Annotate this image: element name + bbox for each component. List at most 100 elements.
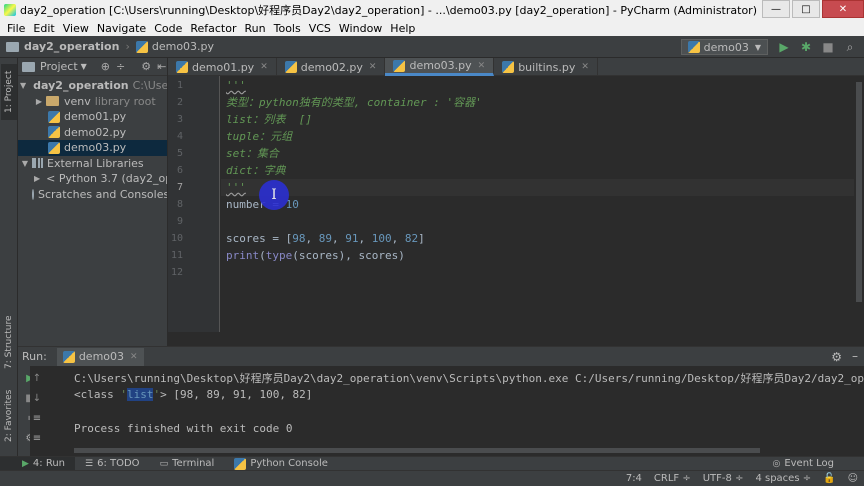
tab-demo03[interactable]: demo03.py ✕ — [385, 58, 495, 76]
code-token: (scores), scores) — [292, 249, 405, 262]
tree-item-python-sdk[interactable]: ▶ < Python 3.7 (day2_ope — [18, 171, 167, 187]
minimize-panel-icon[interactable]: – — [852, 349, 858, 363]
menu-refactor[interactable]: Refactor — [186, 22, 240, 35]
hide-icon[interactable]: ⇤ — [157, 60, 166, 73]
line-number: 5 — [176, 148, 183, 159]
tree-item-root[interactable]: ▼ day2_operation C:\Users\run — [18, 78, 167, 94]
window-controls: — □ ✕ — [760, 0, 864, 20]
navigation-bar: day2_operation › demo03.py demo03 ▼ ▶ ✱ … — [0, 36, 864, 58]
menu-vcs[interactable]: VCS — [305, 22, 335, 35]
debug-icon[interactable]: ✱ — [798, 39, 814, 55]
status-line-separator[interactable]: CRLF ÷ — [654, 473, 691, 484]
minimize-button[interactable]: — — [762, 0, 790, 18]
tab-demo02[interactable]: demo02.py ✕ — [277, 58, 386, 76]
lock-icon[interactable]: 🔓 — [823, 473, 835, 484]
close-button[interactable]: ✕ — [822, 0, 864, 18]
python-file-icon — [502, 61, 515, 73]
console-exit-line: Process finished with exit code 0 — [74, 422, 293, 435]
menu-tools[interactable]: Tools — [270, 22, 305, 35]
soft-wrap-icon[interactable]: ≡ — [29, 410, 45, 426]
code-line: set：集合 — [226, 147, 279, 160]
scrollbar-thumb[interactable] — [856, 82, 862, 302]
code-builtin: type — [265, 249, 293, 262]
scroll-end-icon[interactable]: ≡ — [29, 430, 45, 446]
tree-root-label: day2_operation — [33, 79, 129, 93]
breadcrumb-file[interactable]: demo03.py — [152, 40, 214, 53]
menu-edit[interactable]: Edit — [29, 22, 58, 35]
tree-item-venv[interactable]: ▶ venv library root — [18, 94, 167, 110]
line-number: 2 — [176, 97, 183, 108]
chevron-right-icon: ▶ — [34, 174, 41, 184]
gear-icon[interactable]: ⚙ — [831, 350, 842, 364]
menu-run[interactable]: Run — [241, 22, 270, 35]
title-bar: day2_operation [C:\Users\running\Desktop… — [0, 0, 864, 20]
project-view-select[interactable]: Project ▼ — [22, 60, 87, 73]
menu-help[interactable]: Help — [386, 22, 419, 35]
menu-file[interactable]: File — [3, 22, 29, 35]
gear-icon[interactable]: ⚙ — [141, 60, 151, 73]
tab-builtins[interactable]: builtins.py ✕ — [494, 58, 598, 76]
line-number-current: 7 — [176, 182, 183, 193]
menu-window[interactable]: Window — [335, 22, 386, 35]
menu-navigate[interactable]: Navigate — [93, 22, 150, 35]
inspection-icon[interactable]: ☺ — [848, 473, 858, 484]
menu-view[interactable]: View — [59, 22, 93, 35]
run-console[interactable]: C:\Users\running\Desktop\好程序员Day2\day2_o… — [44, 366, 864, 452]
tree-file-label: demo03.py — [64, 141, 127, 155]
status-indent[interactable]: 4 spaces ÷ — [755, 473, 811, 484]
close-icon[interactable]: ✕ — [260, 62, 268, 72]
run-toolbar: demo03 ▼ ▶ ✱ ■ ⌕ — [680, 36, 864, 58]
collapse-icon[interactable]: ÷ — [116, 60, 125, 73]
tool-tab-favorites[interactable]: 2: Favorites — [1, 388, 17, 444]
close-icon[interactable]: ✕ — [369, 62, 377, 72]
tool-tab-run[interactable]: ▶ 4: Run — [0, 456, 76, 471]
console-command-line: C:\Users\running\Desktop\好程序员Day2\day2_o… — [74, 372, 864, 385]
line-number: 11 — [170, 250, 183, 261]
chevron-down-icon: ▼ — [80, 62, 87, 71]
run-icon[interactable]: ▶ — [776, 39, 792, 55]
tree-root-path: C:\Users\run — [132, 79, 167, 93]
code-editor[interactable]: ''' 类型：python独有的类型, container : '容器' lis… — [221, 76, 854, 332]
menu-bar: File Edit View Navigate Code Refactor Ru… — [0, 20, 864, 36]
tool-tab-terminal[interactable]: ▭ Terminal — [150, 457, 225, 471]
tree-item-external-libraries[interactable]: ▼ External Libraries — [18, 156, 167, 172]
status-caret-position[interactable]: 7:4 — [626, 473, 642, 484]
close-icon[interactable]: ✕ — [581, 62, 589, 72]
tool-tab-python-console-label: Python Console — [250, 458, 328, 469]
bottom-tool-tabs: ▶ 4: Run ☰ 6: TODO ▭ Terminal Python Con… — [0, 456, 864, 471]
chevron-down-icon: ▼ — [754, 42, 761, 52]
tree-item-file-selected[interactable]: demo03.py — [18, 140, 167, 156]
tool-tab-event-log[interactable]: ◎ Event Log — [762, 457, 844, 471]
tree-file-label: demo01.py — [64, 110, 127, 124]
menu-code[interactable]: Code — [150, 22, 186, 35]
down-arrow-icon[interactable]: ↓ — [29, 390, 45, 406]
run-tab-demo03[interactable]: demo03 ✕ — [56, 347, 144, 366]
tool-tab-todo[interactable]: ☰ 6: TODO — [75, 457, 150, 471]
run-panel-header: Run: demo03 ✕ ⚙ – — [18, 346, 864, 366]
folder-icon — [46, 96, 59, 107]
tree-venv-note: library root — [94, 94, 156, 108]
close-icon[interactable]: ✕ — [478, 61, 486, 71]
search-icon[interactable]: ⌕ — [842, 39, 858, 55]
tree-item-scratches[interactable]: Scratches and Consoles — [18, 187, 167, 203]
status-bar: 7:4 CRLF ÷ UTF-8 ÷ 4 spaces ÷ 🔓 ☺ — [0, 470, 864, 486]
console-horizontal-scrollbar[interactable] — [74, 448, 760, 453]
tree-item-file[interactable]: demo01.py — [18, 109, 167, 125]
tool-tab-structure[interactable]: 7: Structure — [1, 314, 17, 370]
tab-demo01[interactable]: demo01.py ✕ — [168, 58, 277, 76]
tool-tab-python-console[interactable]: Python Console — [224, 457, 338, 471]
up-arrow-icon[interactable]: ↑ — [29, 370, 45, 386]
breadcrumb-project[interactable]: day2_operation — [24, 40, 119, 53]
close-icon[interactable]: ✕ — [130, 352, 138, 362]
editor-scrollbar[interactable] — [854, 76, 864, 332]
tool-tab-project[interactable]: 1: Project — [1, 64, 17, 120]
maximize-button[interactable]: □ — [792, 0, 820, 18]
code-docstring-end: ''' — [226, 181, 246, 194]
line-number: 1 — [176, 80, 183, 91]
tree-external-label: External Libraries — [47, 156, 144, 170]
run-configuration-select[interactable]: demo03 ▼ — [680, 39, 768, 55]
status-encoding[interactable]: UTF-8 ÷ — [703, 473, 744, 484]
tree-item-file[interactable]: demo02.py — [18, 125, 167, 141]
stop-icon[interactable]: ■ — [820, 39, 836, 55]
locate-icon[interactable]: ⊕ — [101, 60, 110, 73]
